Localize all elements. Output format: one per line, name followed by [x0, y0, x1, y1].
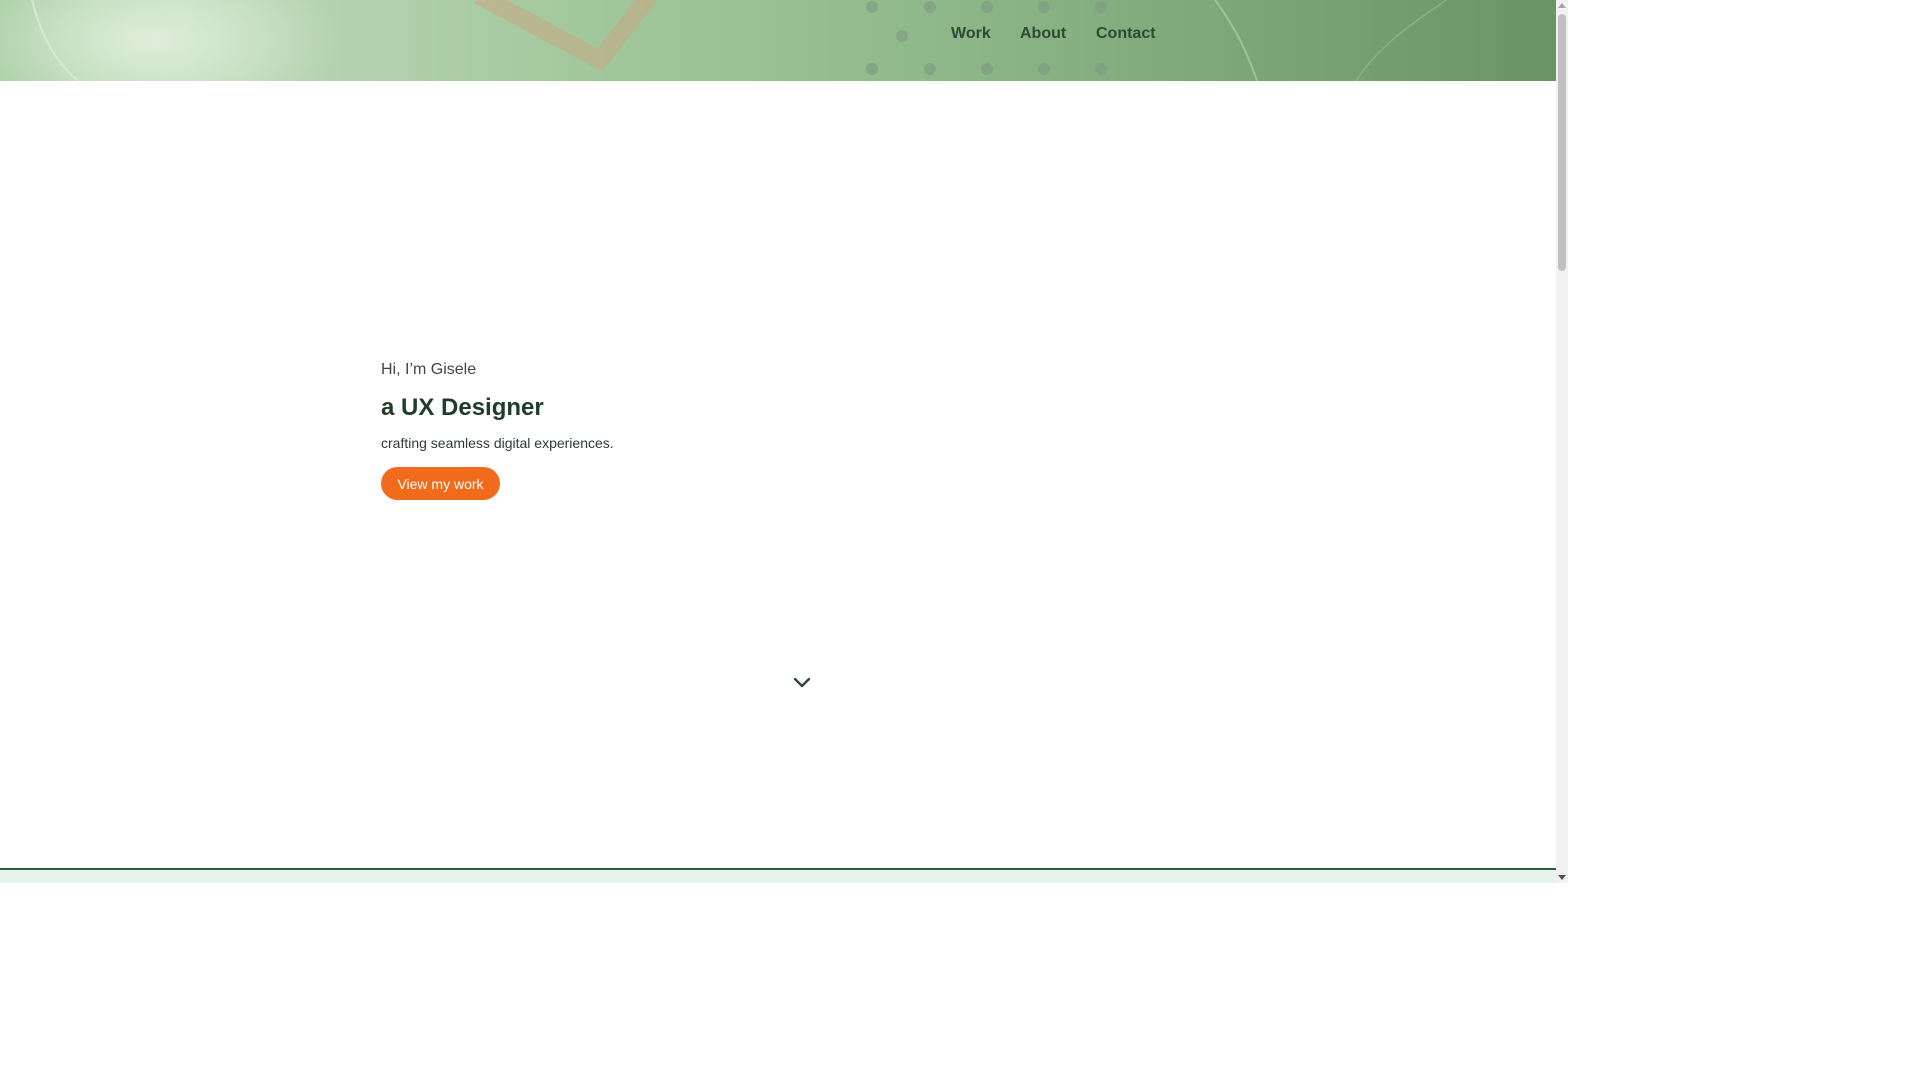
page-scrollbar[interactable] — [1556, 0, 1568, 883]
hero-title: a UX Designer — [381, 394, 544, 421]
hero-subtitle: crafting seamless digital experiences. — [381, 435, 614, 451]
page: Work About Contact Hi, I’m Gisele a UX D… — [0, 0, 1568, 883]
scrollbar-thumb[interactable] — [1558, 14, 1566, 271]
scroll-down-arrow-icon[interactable] — [1558, 875, 1566, 880]
header-decoration — [0, 0, 1448, 81]
hero-section: Hi, I’m Gisele a UX Designer crafting se… — [381, 360, 614, 500]
hero-greeting: Hi, I’m Gisele — [381, 361, 477, 378]
site-header: Work About Contact — [0, 0, 1556, 81]
chevron-down-icon[interactable] — [793, 677, 811, 689]
nav-link-work[interactable]: Work — [951, 24, 991, 44]
scroll-up-arrow-icon[interactable] — [1558, 3, 1566, 8]
nav-link-about[interactable]: About — [1020, 24, 1066, 44]
next-section-edge — [0, 868, 1556, 883]
nav-link-contact[interactable]: Contact — [1096, 24, 1156, 44]
view-my-work-button[interactable]: View my work — [381, 467, 500, 500]
